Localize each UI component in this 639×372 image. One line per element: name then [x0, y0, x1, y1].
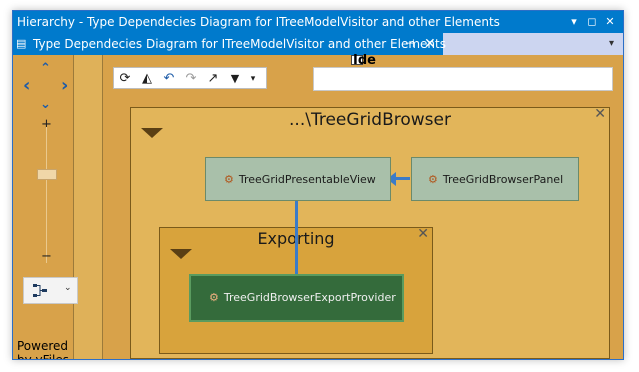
close-group-icon[interactable]: ✕: [594, 106, 606, 122]
class-icon: ⚙: [224, 173, 234, 186]
navigator-divider: [73, 55, 103, 359]
window-menu-button[interactable]: ▾: [567, 11, 581, 33]
hierarchy-layout-icon: [33, 284, 47, 297]
pin-icon[interactable]: ⊣: [405, 33, 415, 55]
yfiles-watermark: Powered by yFiles: [17, 339, 69, 360]
group-title: ...\TreeGridBrowser: [289, 110, 451, 130]
export-icon[interactable]: ↗: [204, 70, 222, 88]
layout-icon[interactable]: ◭: [138, 70, 156, 88]
collapse-group-icon[interactable]: [170, 249, 192, 259]
dependency-edge: [295, 201, 298, 276]
diagram-toolbar: ⟳ ◭ ↶ ↷ ↗ ▼ ▾: [113, 67, 267, 89]
class-icon: ⚙: [209, 291, 219, 304]
layout-select-button[interactable]: ⌄: [23, 277, 78, 304]
node-tree-grid-browser-export-provider[interactable]: ⚙ TreeGridBrowserExportProvider: [189, 274, 404, 322]
tab-bar: ▤ Type Dependecies Diagram for ITreeMode…: [13, 33, 623, 55]
node-label: TreeGridBrowserExportProvider: [223, 291, 396, 304]
node-label: TreeGridBrowserPanel: [442, 173, 564, 186]
filter-dropdown-icon[interactable]: ▾: [244, 70, 262, 88]
tab-label: Type Dependecies Diagram for ITreeModelV…: [33, 37, 446, 51]
document-icon: ▤: [16, 37, 27, 50]
tab-type-dependencies[interactable]: ▤ Type Dependecies Diagram for ITreeMode…: [13, 33, 446, 55]
pan-right-icon[interactable]: ›: [61, 75, 68, 96]
chevron-down-icon: ⌄: [64, 283, 72, 293]
filter-icon[interactable]: ▼: [226, 70, 244, 88]
diagram-canvas[interactable]: ⌃ ‹ › ⌄ + − ⌄ Powered by yFiles ⟳ ◭ ↶ ↷ …: [13, 53, 623, 360]
zoom-slider-track[interactable]: [46, 127, 47, 263]
search-input[interactable]: [313, 67, 613, 91]
refresh-icon[interactable]: ⟳: [116, 70, 134, 88]
close-window-button[interactable]: ✕: [603, 11, 617, 33]
hierarchy-window: Hierarchy - Type Dependecies Diagram for…: [12, 10, 624, 360]
maximize-button[interactable]: ◻: [585, 11, 599, 33]
window-title: Hierarchy - Type Dependecies Diagram for…: [17, 15, 500, 29]
zoom-out-icon[interactable]: −: [41, 249, 52, 264]
zoom-slider-thumb[interactable]: [37, 169, 57, 180]
close-tab-button[interactable]: ✕: [424, 33, 436, 55]
close-group-icon[interactable]: ✕: [417, 226, 429, 242]
navigator-panel: ⌃ ‹ › ⌄ + − ⌄ Powered by yFiles: [13, 55, 78, 360]
class-icon: ⚙: [428, 173, 438, 186]
node-label: TreeGridPresentableView: [238, 173, 376, 186]
window-titlebar: Hierarchy - Type Dependecies Diagram for…: [13, 11, 623, 33]
peek-node-label: Ide: [353, 53, 376, 68]
pan-up-icon[interactable]: ⌃: [40, 61, 51, 76]
pan-down-icon[interactable]: ⌄: [40, 97, 51, 112]
redo-icon[interactable]: ↷: [182, 70, 200, 88]
node-tree-grid-presentable-view[interactable]: ⚙ TreeGridPresentableView: [205, 157, 391, 201]
tab-list-dropdown[interactable]: ▾: [609, 33, 614, 55]
pan-left-icon[interactable]: ‹: [23, 75, 30, 96]
collapse-group-icon[interactable]: [141, 128, 163, 138]
node-tree-grid-browser-panel[interactable]: ⚙ TreeGridBrowserPanel: [411, 157, 579, 201]
undo-icon[interactable]: ↶: [160, 70, 178, 88]
